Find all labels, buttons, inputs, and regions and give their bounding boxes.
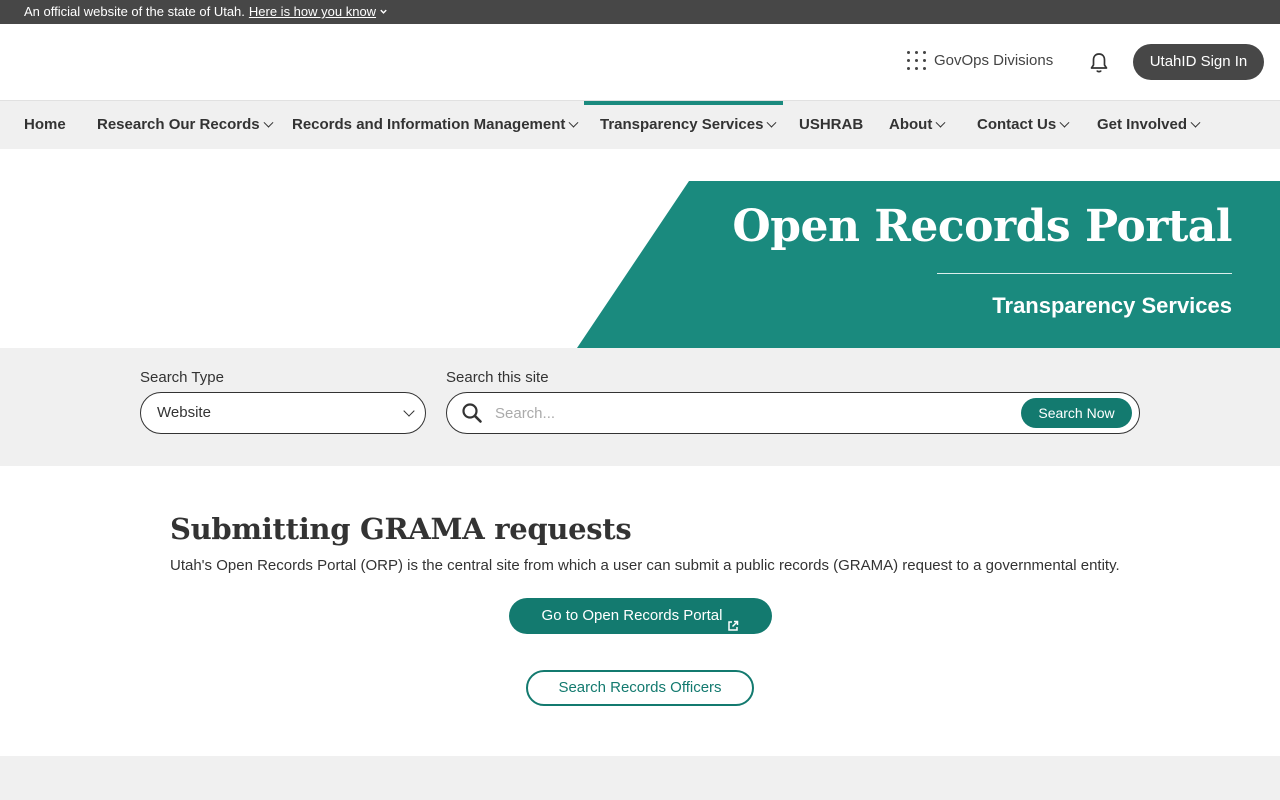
chevron-down-icon bbox=[1059, 117, 1070, 128]
search-icon bbox=[461, 402, 483, 424]
main-navigation: Home Research Our Records Records and In… bbox=[0, 101, 1280, 149]
search-section: Search Type Website Search this site Sea… bbox=[0, 348, 1280, 466]
nav-item-get-involved[interactable]: Get Involved bbox=[1097, 101, 1201, 149]
footer-band bbox=[0, 756, 1280, 800]
nav-item-research-our-records[interactable]: Research Our Records bbox=[97, 101, 274, 149]
search-site-label: Search this site bbox=[446, 369, 549, 386]
search-type-value: Website bbox=[157, 404, 211, 421]
page-title: Open Records Portal bbox=[732, 201, 1232, 252]
external-link-icon bbox=[727, 610, 739, 631]
search-input[interactable] bbox=[495, 399, 1015, 427]
site-header: GovOps Divisions UtahID Sign In bbox=[0, 24, 1280, 101]
search-type-select[interactable]: Website bbox=[140, 392, 426, 434]
chevron-down-icon bbox=[403, 405, 415, 417]
utahid-sign-in-button[interactable]: UtahID Sign In bbox=[1133, 44, 1264, 80]
nav-item-ushrab[interactable]: USHRAB bbox=[799, 101, 863, 149]
chevron-down-icon bbox=[379, 0, 388, 24]
search-type-label: Search Type bbox=[140, 369, 224, 386]
hero-banner: Open Records Portal Transparency Service… bbox=[0, 181, 1280, 348]
search-now-button[interactable]: Search Now bbox=[1021, 398, 1132, 428]
nav-item-home[interactable]: Home bbox=[24, 101, 66, 149]
grid-dots-icon bbox=[907, 51, 926, 70]
go-to-open-records-portal-button[interactable]: Go to Open Records Portal bbox=[509, 598, 772, 634]
search-records-officers-button[interactable]: Search Records Officers bbox=[526, 670, 754, 706]
go-to-portal-label: Go to Open Records Portal bbox=[541, 607, 723, 624]
official-banner-text: An official website of the state of Utah… bbox=[24, 4, 245, 19]
govops-divisions-menu[interactable]: GovOps Divisions bbox=[907, 51, 1053, 70]
how-you-know-link[interactable]: Here is how you know bbox=[249, 4, 376, 19]
chevron-down-icon bbox=[263, 117, 274, 128]
chevron-down-icon bbox=[568, 117, 579, 128]
nav-item-transparency-services[interactable]: Transparency Services bbox=[600, 101, 777, 149]
search-bar: Search Now bbox=[446, 392, 1140, 434]
bell-icon[interactable] bbox=[1089, 52, 1109, 74]
nav-item-records-information-management[interactable]: Records and Information Management bbox=[292, 101, 579, 149]
page-subtitle: Transparency Services bbox=[992, 293, 1232, 318]
section-description: Utah's Open Records Portal (ORP) is the … bbox=[170, 557, 1120, 574]
chevron-down-icon bbox=[767, 117, 777, 128]
official-website-banner: An official website of the state of Utah… bbox=[0, 0, 1280, 24]
chevron-down-icon bbox=[1190, 117, 1201, 128]
hero-divider bbox=[937, 273, 1232, 274]
nav-item-contact-us[interactable]: Contact Us bbox=[977, 101, 1070, 149]
section-heading: Submitting GRAMA requests bbox=[170, 512, 632, 546]
nav-item-about[interactable]: About bbox=[889, 101, 946, 149]
chevron-down-icon bbox=[935, 117, 946, 128]
govops-divisions-label: GovOps Divisions bbox=[934, 52, 1054, 69]
